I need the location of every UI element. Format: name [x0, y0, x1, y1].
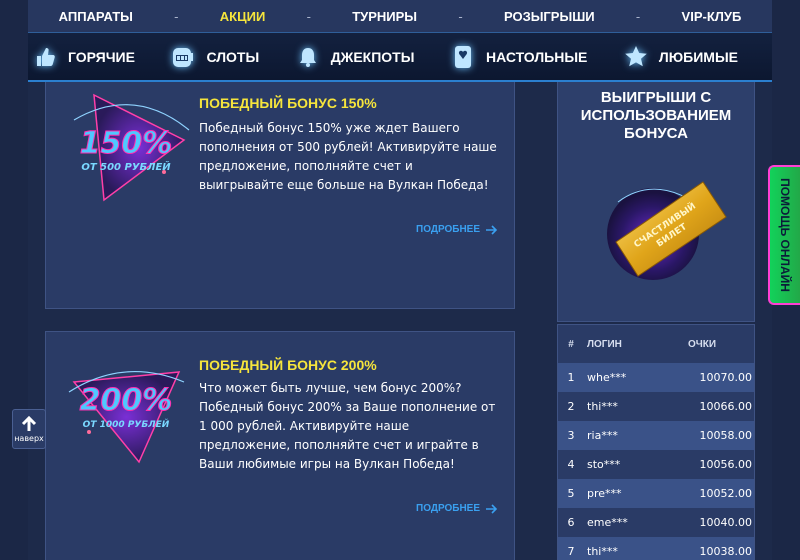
slot-machine-icon — [170, 44, 196, 70]
more-link-label: ПОДРОБНЕЕ — [416, 224, 481, 235]
table-row: 2 thi*** 10066.00 — [558, 392, 754, 421]
bonus-badge-big: 150% — [80, 126, 173, 161]
nav-link-drawings[interactable]: РОЗЫГРЫШИ — [504, 9, 595, 24]
promo-description: Победный бонус 150% уже ждет Вашего попо… — [199, 121, 497, 192]
row-login: sto*** — [587, 458, 621, 471]
panel-title: ВЫИГРЫШИ С ИСПОЛЬЗОВАНИЕМ БОНУСА — [580, 89, 732, 142]
row-number: 2 — [567, 400, 575, 413]
arrow-right-icon — [486, 503, 498, 514]
scroll-to-top-label: наверх — [14, 433, 44, 443]
nav-link-tournaments[interactable]: ТУРНИРЫ — [352, 9, 417, 24]
nav-separator: - — [174, 8, 179, 24]
table-row: 7 thi*** 10038.00 — [558, 537, 754, 560]
row-number: 5 — [567, 487, 575, 500]
promo-card: 150% ОТ 500 РУБЛЕЙ ПОБЕДНЫЙ БОНУС 150% П… — [45, 82, 515, 309]
row-login: eme*** — [587, 516, 628, 529]
table-row: 4 sto*** 10056.00 — [558, 450, 754, 479]
table-row: 1 whe*** 10070.00 — [558, 363, 754, 392]
category-jackpots[interactable]: ДЖЕКПОТЫ — [295, 44, 415, 70]
arrow-right-icon — [486, 224, 498, 235]
row-number: 6 — [567, 516, 575, 529]
category-label: ГОРЯЧИЕ — [68, 48, 135, 65]
arrow-up-icon — [21, 415, 37, 431]
top-nav: АППАРАТЫ - АКЦИИ - ТУРНИРЫ - РОЗЫГРЫШИ -… — [28, 0, 772, 32]
category-table[interactable]: НАСТОЛЬНЫЕ — [450, 44, 587, 70]
bonus-winnings-panel: ВЫИГРЫШИ С ИСПОЛЬЗОВАНИЕМ БОНУСА СЧАСТЛИ… — [557, 82, 755, 322]
playing-card-icon — [450, 44, 476, 70]
table-row: 5 pre*** 10052.00 — [558, 479, 754, 508]
online-help-tab[interactable]: ПОМОЩЬ ОНЛАЙН — [768, 165, 800, 305]
row-points: 10040.00 — [699, 516, 753, 529]
bonus-badge-image: 200% ОТ 1000 РУБЛЕЙ — [68, 370, 185, 464]
row-login: thi*** — [587, 545, 618, 558]
column-header-number: # — [568, 338, 574, 350]
category-label: ДЖЕКПОТЫ — [330, 48, 415, 65]
category-slots[interactable]: СЛОТЫ — [170, 44, 259, 70]
nav-separator: - — [306, 8, 311, 24]
nav-separator: - — [635, 8, 641, 24]
nav-link-vip-club[interactable]: VIP-КЛУБ — [682, 9, 742, 24]
row-points: 10038.00 — [699, 545, 753, 558]
thumbs-up-icon — [32, 44, 58, 70]
table-row: 3 ria*** 10058.00 — [558, 421, 754, 450]
bonus-badge-small: ОТ 1000 РУБЛЕЙ — [83, 418, 170, 430]
category-label: СЛОТЫ — [206, 48, 260, 65]
bell-icon — [295, 44, 321, 70]
nav-link-promotions[interactable]: АКЦИИ — [220, 9, 266, 24]
bonus-badge-small: ОТ 500 РУБЛЕЙ — [81, 160, 171, 173]
online-help-label: ПОМОЩЬ ОНЛАЙН — [778, 178, 792, 292]
promo-title: ПОБЕДНЫЙ БОНУС 200% — [199, 357, 377, 373]
row-login: whe*** — [587, 371, 627, 384]
column-header-points: ОЧКИ — [688, 338, 717, 350]
category-favorites[interactable]: ЛЮБИМЫЕ — [623, 44, 738, 70]
bonus-badge-image: 150% ОТ 500 РУБЛЕЙ — [73, 93, 190, 202]
table-row: 6 eme*** 10040.00 — [558, 508, 754, 537]
promo-title: ПОБЕДНЫЙ БОНУС 150% — [199, 95, 377, 111]
star-icon — [623, 44, 649, 70]
page-margin-left — [0, 0, 28, 560]
row-number: 4 — [567, 458, 575, 471]
row-number: 1 — [567, 371, 575, 384]
nav-link-machines[interactable]: АППАРАТЫ — [59, 9, 133, 24]
category-bar: ГОРЯЧИЕ СЛОТЫ ДЖЕКПОТЫ НАСТОЛЬНЫЕ ЛЮБИМЫ… — [28, 32, 772, 82]
category-label: НАСТОЛЬНЫЕ — [485, 48, 588, 65]
lucky-ticket-image: СЧАСТЛИВЫЙ БИЛЕТ — [607, 181, 727, 280]
more-link[interactable]: ПОДРОБНЕЕ — [416, 224, 498, 235]
table-header: # ЛОГИН ОЧКИ — [558, 325, 754, 363]
winners-table: # ЛОГИН ОЧКИ 1 whe*** 10070.00 2 thi*** … — [557, 324, 755, 560]
row-number: 7 — [567, 545, 575, 558]
promo-card: 200% ОТ 1000 РУБЛЕЙ ПОБЕДНЫЙ БОНУС 200% … — [45, 331, 515, 560]
row-login: thi*** — [587, 400, 618, 413]
row-points: 10058.00 — [699, 429, 753, 442]
row-login: pre*** — [587, 487, 622, 500]
category-label: ЛЮБИМЫЕ — [658, 48, 738, 65]
row-points: 10070.00 — [699, 371, 753, 384]
row-points: 10066.00 — [699, 400, 753, 413]
bonus-badge-big: 200% — [80, 383, 173, 418]
category-hot[interactable]: ГОРЯЧИЕ — [32, 44, 135, 70]
row-points: 10056.00 — [699, 458, 753, 471]
scroll-to-top-button[interactable]: наверх — [12, 409, 46, 449]
column-header-login: ЛОГИН — [587, 338, 622, 350]
more-link-label: ПОДРОБНЕЕ — [416, 503, 481, 514]
more-link[interactable]: ПОДРОБНЕЕ — [416, 503, 498, 514]
promo-description: Что может быть лучше, чем бонус 200%? По… — [199, 381, 496, 471]
row-points: 10052.00 — [699, 487, 753, 500]
row-login: ria*** — [587, 429, 618, 442]
row-number: 3 — [567, 429, 575, 442]
nav-separator: - — [458, 8, 463, 24]
